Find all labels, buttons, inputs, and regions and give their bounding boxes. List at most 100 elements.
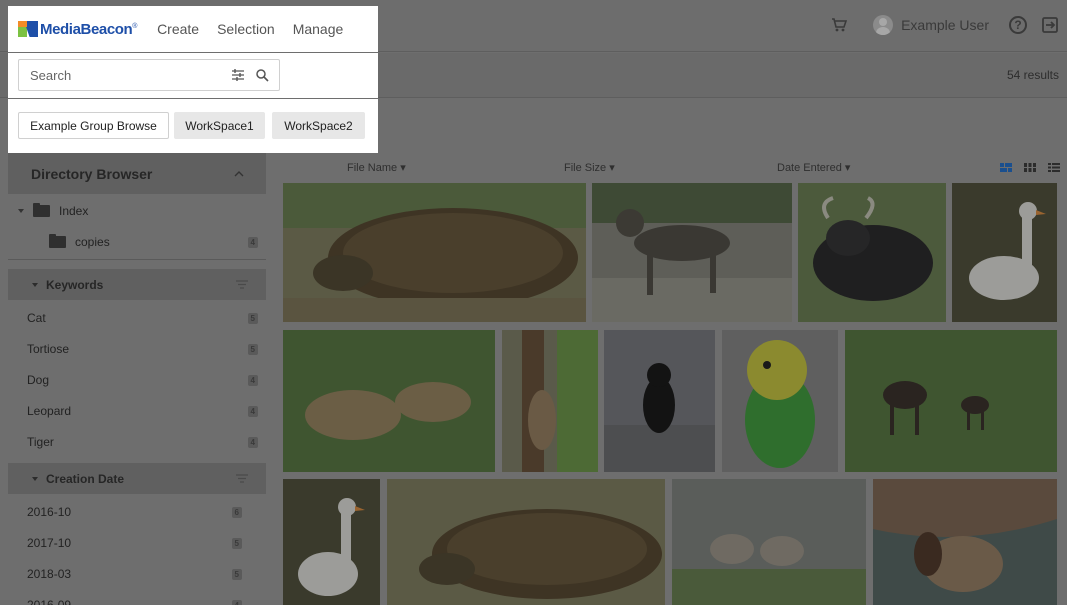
divider — [8, 259, 266, 260]
keyword-item[interactable]: Tortiose 5 — [8, 336, 266, 362]
date-label: 2017-10 — [27, 536, 72, 550]
brand-logo[interactable]: MediaBeacon® — [18, 21, 137, 38]
date-label: 2018-03 — [27, 567, 72, 581]
keyword-label: Tortiose — [27, 342, 70, 356]
sidebar: Directory Browser Index copies 4 Keyword… — [0, 153, 275, 605]
count-badge: 5 — [247, 343, 258, 355]
caret-down-icon: ▾ — [844, 162, 851, 174]
thumbnail-wolves[interactable] — [672, 479, 866, 605]
tab-workspace2[interactable]: WorkSpace2 — [272, 112, 365, 139]
sort-file-size-label: File Size — [564, 162, 607, 174]
caret-down-icon[interactable] — [32, 282, 38, 287]
filter-icon[interactable] — [231, 68, 245, 82]
view-list-icon[interactable] — [1048, 163, 1060, 172]
main-nav: Create Selection Manage — [157, 21, 361, 37]
logout-icon[interactable] — [1041, 16, 1059, 34]
view-mosaic-icon[interactable] — [1000, 163, 1012, 172]
directory-browser-header[interactable]: Directory Browser — [8, 153, 266, 194]
top-bar-left-panel: MediaBeacon® Create Selection Manage — [8, 6, 378, 52]
sort-file-size[interactable]: File Size ▾ — [564, 161, 615, 174]
user-avatar[interactable] — [873, 15, 894, 35]
view-grid-icon[interactable] — [1024, 163, 1036, 172]
keyword-item[interactable]: Tiger 4 — [8, 429, 266, 455]
sort-file-name-label: File Name — [347, 162, 398, 174]
count-badge: 4 — [231, 599, 242, 605]
workspace-tabs-panel: Example Group Browse WorkSpace1 WorkSpac… — [8, 99, 378, 153]
creation-date-header[interactable]: Creation Date — [8, 463, 266, 494]
workspace-tabs-row: Example Group Browse WorkSpace1 WorkSpac… — [0, 99, 1067, 153]
thumbnail-beagle[interactable] — [873, 479, 1057, 605]
thumbnail-white-goose[interactable] — [283, 479, 380, 605]
date-label: 2016-10 — [27, 505, 72, 519]
nav-item-selection[interactable]: Selection — [217, 21, 275, 37]
nav-item-manage[interactable]: Manage — [293, 21, 344, 37]
tabby-cat-image — [592, 183, 792, 322]
keyword-label: Cat — [27, 311, 46, 325]
date-label: 2016-09 — [27, 598, 72, 605]
white-goose-image — [952, 183, 1057, 322]
sort-lines-icon[interactable] — [236, 280, 248, 289]
caret-down-icon: ▾ — [609, 162, 615, 174]
date-item[interactable]: 2017-10 5 — [8, 530, 266, 556]
thumbnail-tortoise[interactable] — [283, 183, 586, 322]
date-item[interactable]: 2016-10 6 — [8, 499, 266, 525]
moose-image — [845, 330, 1057, 472]
budgerigar-image — [722, 330, 838, 472]
tab-example-group-browse[interactable]: Example Group Browse — [18, 112, 169, 139]
tortoise-image — [387, 479, 665, 605]
thumbnail-flying-squirrel[interactable] — [502, 330, 598, 472]
keyword-item[interactable]: Leopard 4 — [8, 398, 266, 424]
help-circle-icon[interactable]: ? — [1009, 16, 1027, 34]
search-icon[interactable] — [255, 68, 269, 82]
thumbnail-white-goose[interactable] — [952, 183, 1057, 322]
white-goose-image — [283, 479, 380, 605]
thumbnail-black-cat[interactable] — [604, 330, 715, 472]
tab-workspace1[interactable]: WorkSpace1 — [174, 112, 265, 139]
sort-file-name[interactable]: File Name ▾ — [347, 161, 406, 174]
chevron-up-icon[interactable] — [234, 170, 244, 177]
search-input[interactable] — [30, 67, 231, 83]
results-count: 54 results — [1006, 68, 1059, 82]
search-panel — [8, 53, 378, 98]
keywords-header[interactable]: Keywords — [8, 269, 266, 300]
user-name[interactable]: Example User — [901, 17, 989, 33]
cart-icon[interactable] — [831, 17, 848, 33]
folder-icon — [33, 203, 50, 217]
count-badge: 4 — [247, 405, 258, 417]
thumbnail-two-tortoises[interactable] — [283, 330, 495, 472]
count-badge: 4 — [247, 436, 258, 448]
sort-lines-icon[interactable] — [236, 474, 248, 483]
nav-item-create[interactable]: Create — [157, 21, 199, 37]
thumbnail-tabby-cat[interactable] — [592, 183, 792, 322]
thumbnail-yak[interactable] — [798, 183, 946, 322]
yak-image — [798, 183, 946, 322]
brand-logo-text: MediaBeacon® — [40, 20, 138, 38]
keywords-title: Keywords — [46, 277, 104, 292]
count-badge: 6 — [231, 506, 242, 518]
search-row: 54 results — [0, 53, 1067, 98]
directory-item-label: Index — [59, 204, 89, 218]
sort-date-entered-label: Date Entered — [777, 162, 842, 174]
thumbnail-tortoise[interactable] — [387, 479, 665, 605]
directory-item-copies[interactable]: copies 4 — [8, 227, 266, 257]
wolves-image — [672, 479, 866, 605]
thumbnail-budgerigar[interactable] — [722, 330, 838, 472]
date-item[interactable]: 2016-09 4 — [8, 592, 266, 605]
two-tortoises-image — [283, 330, 495, 472]
beagle-image — [873, 479, 1057, 605]
caret-down-icon[interactable] — [32, 476, 38, 481]
thumbnail-moose[interactable] — [845, 330, 1057, 472]
flying-squirrel-image — [502, 330, 598, 472]
creation-date-title: Creation Date — [46, 471, 125, 486]
count-badge: 4 — [247, 374, 258, 386]
caret-down-icon[interactable] — [18, 209, 24, 213]
directory-item-index[interactable]: Index — [8, 197, 266, 225]
sort-date-entered[interactable]: Date Entered ▾ — [777, 161, 850, 174]
count-badge: 5 — [247, 312, 258, 324]
keyword-item[interactable]: Cat 5 — [8, 305, 266, 331]
top-bar: MediaBeacon® Create Selection Manage Exa… — [0, 0, 1067, 52]
keyword-item[interactable]: Dog 4 — [8, 367, 266, 393]
search-box — [18, 59, 280, 91]
brand-logo-mark — [18, 21, 38, 37]
date-item[interactable]: 2018-03 5 — [8, 561, 266, 587]
